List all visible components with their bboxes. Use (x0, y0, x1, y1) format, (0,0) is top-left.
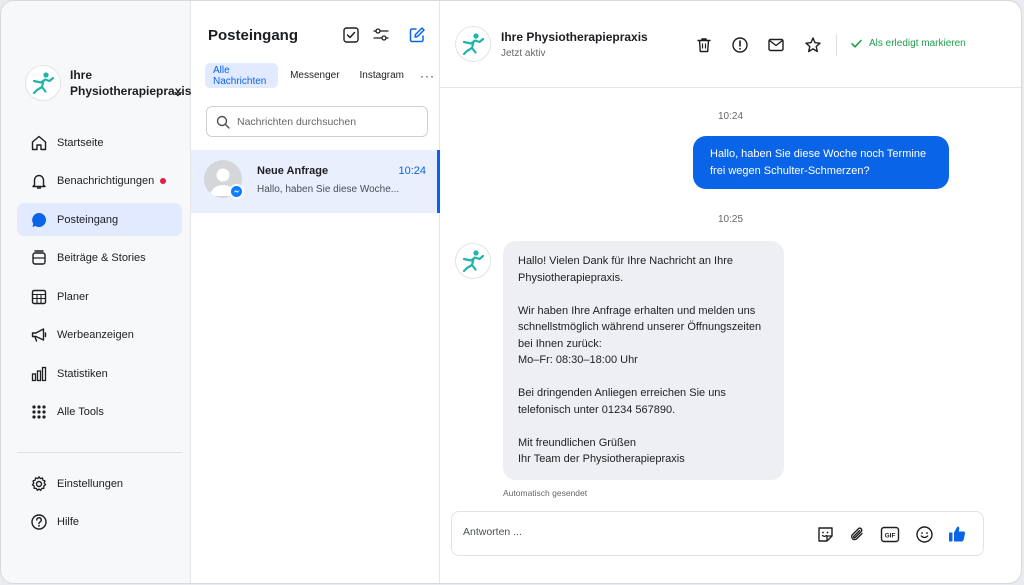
checkbox-select-icon[interactable] (341, 25, 361, 45)
contact-name: Ihre Physiotherapiepraxis (501, 30, 648, 44)
star-icon[interactable] (803, 35, 823, 55)
sidebar-item-startseite[interactable]: Startseite (17, 126, 182, 159)
message-timestamp: 10:25 (717, 214, 744, 225)
inbox-title: Posteingang (208, 27, 299, 44)
outgoing-message: Hallo, haben Sie diese Woche noch Termin… (693, 136, 949, 189)
messenger-badge-icon (229, 184, 244, 199)
chevron-down-icon (173, 89, 183, 99)
gif-icon[interactable]: GIF (879, 523, 901, 545)
contact-avatar (455, 26, 491, 62)
header-divider (836, 34, 837, 56)
auto-sent-label: Automatisch gesendet (503, 488, 588, 498)
sidebar-item-beitraege[interactable]: Beiträge & Stories (17, 242, 182, 275)
sidebar-item-label: Werbeanzeigen (57, 329, 134, 341)
mark-done-button[interactable]: Als erledigt markieren (850, 37, 966, 50)
search-icon (216, 115, 230, 129)
sidebar-item-benachrichtigungen[interactable]: Benachrichtigungen (17, 165, 182, 198)
mark-done-label: Als erledigt markieren (869, 38, 966, 49)
incoming-message: Hallo! Vielen Dank für Ihre Nachricht an… (503, 241, 784, 480)
brand-name: Ihre Physiotherapiepraxis (70, 68, 192, 98)
alert-icon[interactable] (730, 35, 750, 55)
svg-text:GIF: GIF (885, 532, 896, 539)
trash-icon[interactable] (694, 35, 714, 55)
sidebar-item-statistiken[interactable]: Statistiken (17, 357, 182, 390)
filter-sliders-icon[interactable] (371, 25, 391, 45)
sticker-icon[interactable] (814, 523, 836, 545)
composer: GIF (451, 511, 984, 556)
sidebar-item-planer[interactable]: Planer (17, 280, 182, 313)
emoji-icon[interactable] (913, 523, 935, 545)
posts-icon (29, 248, 49, 268)
chat-header: Ihre Physiotherapiepraxis Jetzt aktiv Al… (440, 1, 1021, 88)
sidebar-item-label: Benachrichtigungen (57, 175, 155, 187)
tab-instagram[interactable]: Instagram (352, 63, 412, 88)
conversation-preview: Hallo, haben Sie diese Woche... (257, 184, 400, 195)
sidebar-bottom-nav: Einstellungen Hilfe (17, 467, 182, 544)
reply-input[interactable] (463, 526, 793, 538)
contact-status: Jetzt aktiv (501, 48, 546, 59)
sidebar-item-alle-tools[interactable]: Alle Tools (17, 396, 182, 429)
sidebar-item-label: Startseite (57, 136, 104, 149)
chat-bubble-icon (29, 210, 49, 230)
sidebar-item-label: Beiträge & Stories (57, 252, 146, 264)
app-window: Ihre Physiotherapiepraxis Startseite Ben… (0, 0, 1022, 584)
sidebar-item-label: Einstellungen (57, 477, 124, 490)
inbox-panel: Posteingang Alle Nachrichten Messenger I… (191, 1, 440, 583)
search-input[interactable] (237, 115, 417, 128)
help-icon (29, 512, 49, 532)
conversation-name: Neue Anfrage (257, 165, 329, 177)
brand-logo-icon (25, 65, 61, 101)
search-box (206, 106, 428, 137)
sidebar-item-label: Hilfe (57, 516, 80, 528)
brand-switcher[interactable]: Ihre Physiotherapiepraxis (25, 65, 192, 101)
check-icon (851, 39, 862, 48)
home-icon (29, 133, 49, 153)
tab-alle-nachrichten[interactable]: Alle Nachrichten (205, 63, 279, 88)
tab-messenger[interactable]: Messenger (282, 63, 347, 88)
message-paragraph: Mit freundlichen Grüßen Ihr Team der Phy… (518, 436, 685, 466)
compose-icon[interactable] (407, 25, 427, 45)
sidebar-item-label: Alle Tools (57, 406, 104, 418)
message-paragraph: Bei dringenden Anliegen erreichen Sie un… (518, 387, 726, 416)
conversation-item[interactable]: Neue Anfrage 10:24 Hallo, haben Sie dies… (191, 150, 440, 213)
sidebar-nav: Startseite Benachrichtigungen Posteingan… (17, 126, 182, 434)
bar-chart-icon (29, 364, 49, 384)
sender-avatar (455, 243, 491, 279)
sidebar-item-einstellungen[interactable]: Einstellungen (17, 467, 182, 500)
sidebar-divider (17, 452, 182, 453)
sidebar: Ihre Physiotherapiepraxis Startseite Ben… (1, 1, 191, 583)
paperclip-icon[interactable] (846, 523, 868, 545)
sidebar-item-werbeanzeigen[interactable]: Werbeanzeigen (17, 319, 182, 352)
sidebar-item-label: Posteingang (57, 213, 119, 226)
grid-dots-icon (29, 402, 49, 422)
calendar-grid-icon (29, 287, 49, 307)
megaphone-icon (29, 325, 49, 345)
gear-icon (29, 474, 49, 494)
notification-dot (160, 178, 167, 184)
bell-icon (29, 171, 49, 191)
sidebar-item-label: Planer (57, 290, 89, 303)
message-timestamp: 10:24 (717, 111, 744, 122)
message-paragraph: Wir haben Ihre Anfrage erhalten und meld… (518, 304, 762, 367)
mail-icon[interactable] (766, 35, 786, 55)
message-paragraph: Hallo! Vielen Dank für Ihre Nachricht an… (518, 255, 734, 284)
sidebar-item-posteingang[interactable]: Posteingang (17, 203, 182, 236)
sidebar-item-hilfe[interactable]: Hilfe (17, 506, 182, 539)
thumbs-up-icon[interactable] (946, 523, 968, 545)
conversation-time: 10:24 (398, 165, 426, 177)
inbox-tabs: Alle Nachrichten Messenger Instagram ··· (205, 63, 439, 88)
more-tabs-button[interactable]: ··· (416, 69, 439, 83)
sidebar-item-label: Statistiken (57, 367, 108, 380)
chat-panel: Ihre Physiotherapiepraxis Jetzt aktiv Al… (440, 1, 1021, 583)
